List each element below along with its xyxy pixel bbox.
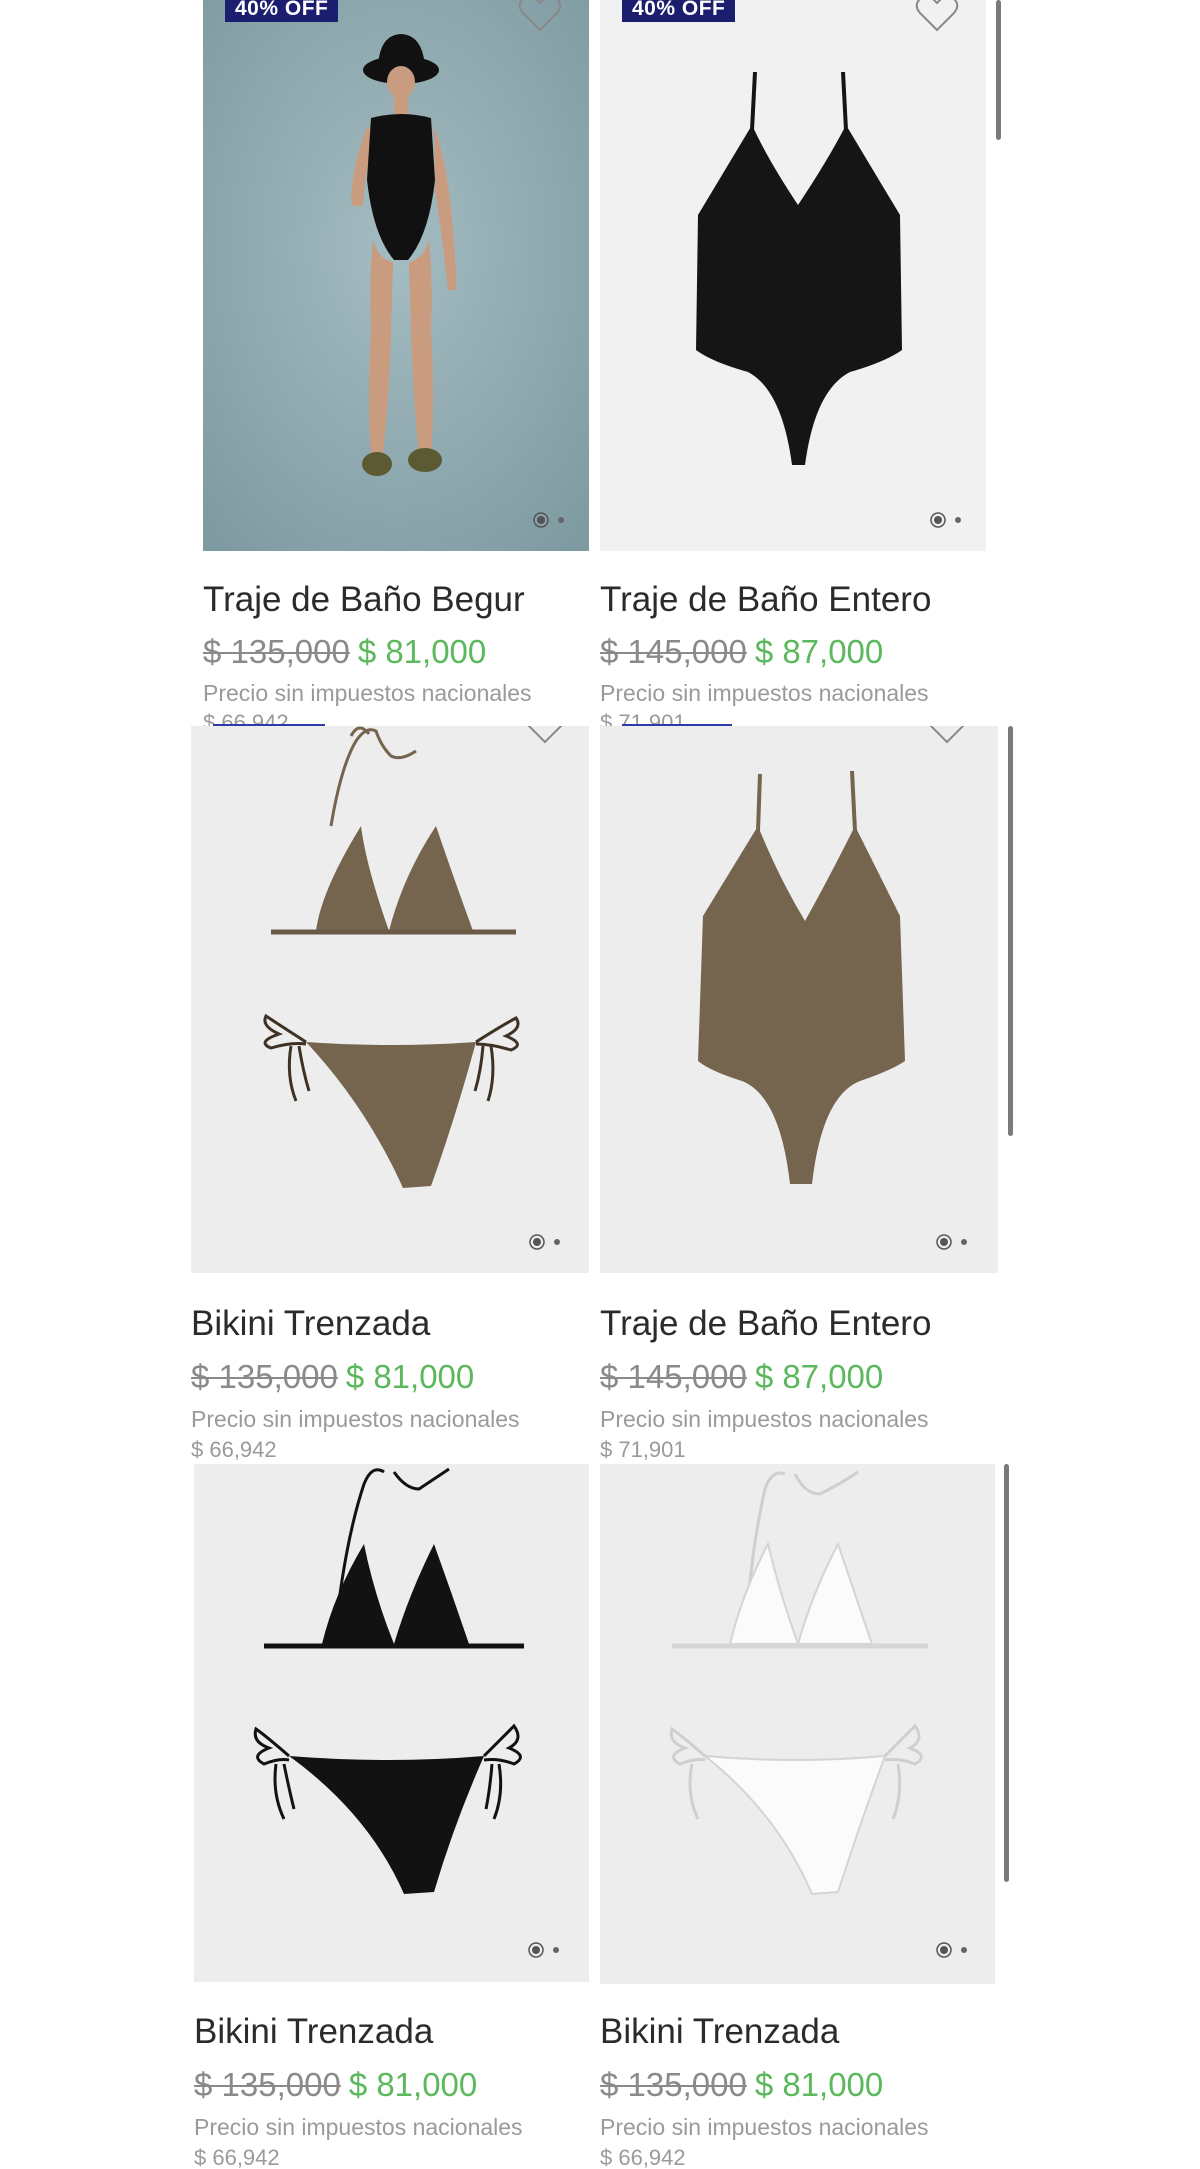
scrollbar[interactable]: [1004, 1464, 1009, 1882]
sale-price: $ 81,000: [345, 1358, 475, 1395]
product-photo: [194, 1464, 589, 1982]
original-price: $ 135,000: [203, 633, 350, 670]
product-photo: [600, 1464, 995, 1984]
product-row-2: Bikini Trenzada $ 135,000 $ 81,000 Precio…: [0, 726, 1200, 1464]
sale-price: $ 81,000: [357, 633, 487, 670]
tax-note: Precio sin impuestos nacionales: [600, 1406, 929, 1432]
product-title[interactable]: Bikini Trenzada: [194, 2012, 433, 2052]
product-card[interactable]: Bikini Trenzada $ 135,000 $ 81,000 Precio…: [194, 1464, 589, 2169]
discount-badge: 40% OFF: [622, 0, 736, 22]
carousel-dots-icon[interactable]: [936, 1234, 976, 1250]
heart-outline-icon[interactable]: [914, 0, 960, 34]
tax-price: $ 66,942: [194, 2145, 280, 2169]
carousel-dots-icon[interactable]: [528, 1942, 568, 1958]
product-prices: $ 135,000 $ 81,000: [194, 2066, 477, 2104]
product-image[interactable]: [191, 726, 589, 1273]
original-price: $ 135,000: [600, 2066, 747, 2103]
tax-price: $ 66,942: [191, 1437, 277, 1462]
original-price: $ 135,000: [191, 1358, 338, 1395]
product-photo: [600, 0, 986, 551]
product-photo: [191, 726, 589, 1273]
tax-price: $ 71,901: [600, 1437, 686, 1462]
product-prices: $ 135,000 $ 81,000: [191, 1358, 474, 1396]
sale-price: $ 81,000: [754, 2066, 884, 2103]
sale-price: $ 87,000: [754, 1358, 884, 1395]
product-image[interactable]: [194, 1464, 589, 1982]
product-image[interactable]: [600, 726, 998, 1273]
carousel-dots-icon[interactable]: [533, 512, 573, 528]
product-image[interactable]: [600, 0, 986, 551]
original-price: $ 135,000: [194, 2066, 341, 2103]
tax-note: Precio sin impuestos nacionales: [600, 680, 929, 706]
product-card[interactable]: 40% OFF Traje de Baño Entero $ 145,000 $ …: [600, 0, 986, 726]
model-photo: [203, 0, 589, 551]
carousel-dots-icon[interactable]: [930, 512, 970, 528]
product-prices: $ 145,000 $ 87,000: [600, 1358, 883, 1396]
scrollbar[interactable]: [996, 0, 1001, 140]
tax-note: Precio sin impuestos nacionales: [194, 2114, 523, 2140]
product-image[interactable]: [600, 1464, 995, 1984]
discount-badge: 40% OFF: [225, 0, 339, 22]
product-title[interactable]: Bikini Trenzada: [600, 2012, 839, 2052]
product-photo: [600, 726, 998, 1273]
sale-price: $ 87,000: [754, 633, 884, 670]
original-price: $ 145,000: [600, 633, 747, 670]
sale-price: $ 81,000: [348, 2066, 478, 2103]
carousel-dots-icon[interactable]: [529, 1234, 569, 1250]
tax-note: Precio sin impuestos nacionales: [203, 680, 532, 706]
heart-outline-icon[interactable]: [522, 726, 568, 746]
product-prices: $ 145,000 $ 87,000: [600, 633, 883, 671]
product-row-1: 40% OFF Traje de Baño Begur $ 135,000 $ 8…: [0, 0, 1200, 726]
product-title[interactable]: Traje de Baño Begur: [203, 580, 525, 620]
tax-note: Precio sin impuestos nacionales: [191, 1406, 520, 1432]
product-image[interactable]: [203, 0, 589, 551]
product-prices: $ 135,000 $ 81,000: [600, 2066, 883, 2104]
product-title[interactable]: Bikini Trenzada: [191, 1304, 430, 1344]
original-price: $ 145,000: [600, 1358, 747, 1395]
product-row-3: Bikini Trenzada $ 135,000 $ 81,000 Precio…: [0, 1464, 1200, 2169]
carousel-dots-icon[interactable]: [936, 1942, 976, 1958]
tax-note: Precio sin impuestos nacionales: [600, 2114, 929, 2140]
product-card[interactable]: 40% OFF Traje de Baño Begur $ 135,000 $ 8…: [203, 0, 589, 726]
product-card[interactable]: Bikini Trenzada $ 135,000 $ 81,000 Precio…: [191, 726, 589, 1464]
tax-price: $ 66,942: [600, 2145, 686, 2169]
product-title[interactable]: Traje de Baño Entero: [600, 1304, 931, 1344]
product-prices: $ 135,000 $ 81,000: [203, 633, 486, 671]
heart-outline-icon[interactable]: [924, 726, 970, 746]
scrollbar[interactable]: [1008, 726, 1013, 1136]
product-title[interactable]: Traje de Baño Entero: [600, 580, 931, 620]
product-card[interactable]: Bikini Trenzada $ 135,000 $ 81,000 Precio…: [600, 1464, 995, 2169]
heart-outline-icon[interactable]: [517, 0, 563, 34]
product-card[interactable]: Traje de Baño Entero $ 145,000 $ 87,000 P…: [600, 726, 998, 1464]
